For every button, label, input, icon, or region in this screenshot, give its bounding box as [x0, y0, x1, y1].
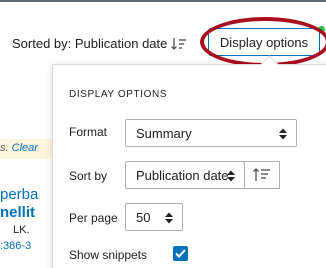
sort-by-select[interactable]: Publication date [125, 161, 245, 189]
sort-summary: Sorted by: Publication date [12, 36, 187, 51]
sort-order-button[interactable] [244, 161, 280, 189]
result-authors: LK. [13, 224, 30, 236]
show-snippets-label: Show snippets [69, 248, 148, 262]
select-updown-icon [165, 212, 173, 224]
display-options-panel: DISPLAY OPTIONS Format Summary Sort by P… [52, 64, 326, 268]
sort-by-label: Sort by [69, 169, 108, 183]
checkmark-icon [175, 249, 186, 258]
panel-heading: DISPLAY OPTIONS [69, 89, 168, 100]
result-title-line-2[interactable]: nellit [0, 204, 35, 221]
display-options-button[interactable]: Display options [208, 28, 320, 56]
select-updown-icon [279, 128, 287, 140]
filter-note-text: s. [0, 142, 9, 154]
format-select[interactable]: Summary [125, 119, 297, 147]
select-updown-icon [227, 170, 235, 182]
sort-order-icon [253, 168, 270, 181]
clear-filters-link[interactable]: Clear [12, 142, 38, 154]
notification-dot-icon [318, 26, 325, 33]
display-options-label: Display options [219, 34, 309, 50]
show-snippets-checkbox[interactable] [173, 246, 188, 261]
format-label: Format [69, 125, 108, 139]
filter-note: s. Clear [0, 142, 38, 154]
per-page-label: Per page [69, 211, 118, 225]
result-title-line-1[interactable]: perba [0, 186, 38, 203]
format-select-value: Summary [136, 125, 192, 141]
top-divider [0, 0, 326, 2]
per-page-select-value: 50 [136, 209, 151, 225]
sort-descending-icon[interactable] [171, 37, 187, 51]
sort-summary-label: Sorted by: Publication date [12, 36, 168, 51]
sort-by-select-value: Publication date [136, 167, 229, 183]
per-page-select[interactable]: 50 [125, 203, 183, 231]
result-citation: :386-3 [0, 240, 32, 252]
